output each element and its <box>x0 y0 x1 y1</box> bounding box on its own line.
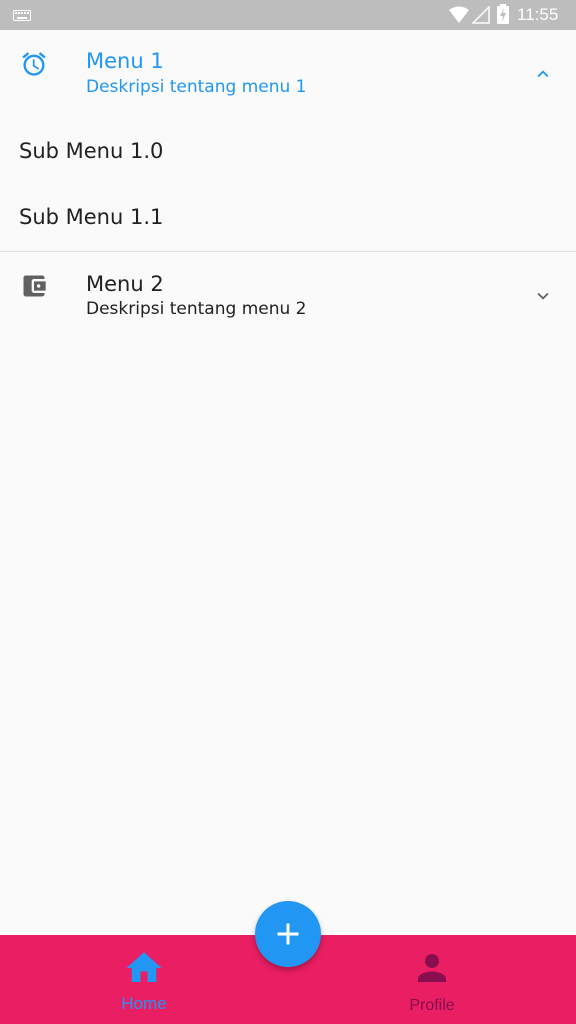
submenu-item-label: Sub Menu 1.0 <box>19 139 164 163</box>
alarm-icon <box>22 52 46 76</box>
person-icon <box>418 954 446 982</box>
status-bar: 11:55 <box>0 0 576 30</box>
submenu-item[interactable]: Sub Menu 1.1 <box>0 184 576 250</box>
signal-icon <box>472 6 490 24</box>
nav-item-profile[interactable]: Profile <box>362 935 502 1024</box>
wifi-icon <box>449 6 469 23</box>
menu-1-header[interactable]: Menu 1 Deskripsi tentang menu 1 <box>0 30 576 118</box>
submenu-item-label: Sub Menu 1.1 <box>19 205 164 229</box>
add-icon <box>277 923 299 945</box>
chevron-down-icon[interactable] <box>532 285 554 307</box>
nav-label-profile: Profile <box>409 997 455 1014</box>
nav-label-home: Home <box>121 994 167 1013</box>
menu-1-title: Menu 1 <box>86 49 164 73</box>
status-time: 11:55 <box>517 5 559 24</box>
chevron-up-icon[interactable] <box>532 63 554 85</box>
menu-2-title: Menu 2 <box>86 272 164 296</box>
menu-1-subtitle: Deskripsi tentang menu 1 <box>86 77 307 97</box>
home-icon <box>126 952 162 982</box>
add-button[interactable] <box>255 901 321 967</box>
keyboard-icon <box>13 10 31 21</box>
menu-2-header[interactable]: Menu 2 Deskripsi tentang menu 2 <box>0 252 576 320</box>
submenu-item[interactable]: Sub Menu 1.0 <box>0 118 576 184</box>
menu-2-subtitle: Deskripsi tentang menu 2 <box>86 299 307 319</box>
nav-item-home[interactable]: Home <box>74 935 214 1024</box>
wallet-icon <box>23 275 46 297</box>
battery-charging-icon <box>497 4 509 24</box>
